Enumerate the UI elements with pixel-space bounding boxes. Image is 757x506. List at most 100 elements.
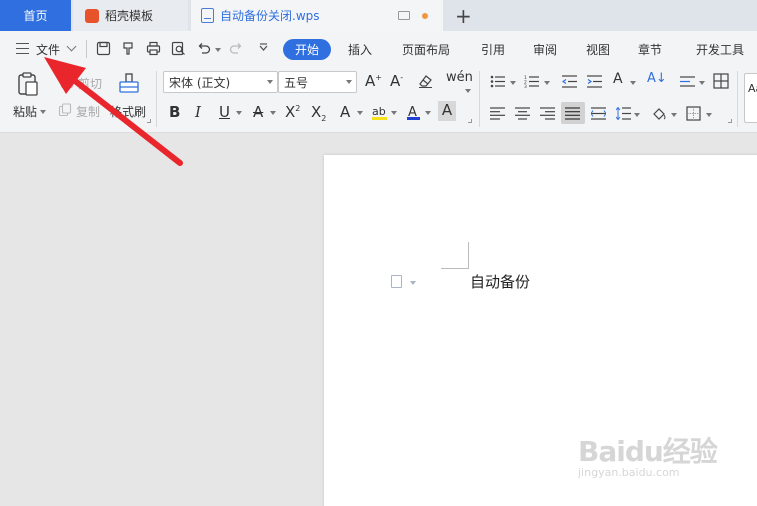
paste-dropdown-icon[interactable] [40, 110, 46, 114]
tab-developer[interactable]: 开发工具 [696, 41, 744, 58]
align-center-icon[interactable] [515, 107, 530, 120]
watermark: Baidu经验 jingyan.baidu.com [578, 430, 718, 479]
undo-icon[interactable] [196, 41, 211, 56]
print-icon[interactable] [146, 41, 161, 56]
bullet-list-dropdown-icon[interactable] [510, 81, 516, 85]
font-size-select[interactable]: 五号 [278, 71, 357, 93]
svg-text:ab: ab [372, 105, 386, 118]
menu-row: 文件 开始 插入 页面布局 引用 审阅 视图 章节 开发工具 [0, 31, 757, 67]
tab-review[interactable]: 审阅 [533, 41, 557, 58]
text-direction-icon[interactable]: A [613, 71, 623, 87]
decrease-font-size-icon[interactable]: A- [390, 72, 403, 90]
line-spacing-dropdown-icon[interactable] [634, 113, 640, 117]
divider [479, 71, 480, 127]
tab-document-label: 自动备份关闭.wps [220, 9, 320, 23]
tab-references[interactable]: 引用 [481, 41, 505, 58]
svg-text:3: 3 [524, 84, 527, 88]
increase-indent-icon[interactable] [587, 75, 602, 88]
sort-icon[interactable]: A↓ [647, 71, 667, 86]
toolbar: 文件 开始 插入 页面布局 引用 审阅 视图 章节 开发工具 粘贴 剪切 复制 … [0, 31, 757, 133]
paste-icon[interactable] [16, 71, 40, 97]
font-dialog-launcher[interactable] [468, 119, 472, 123]
table-layout-icon[interactable] [713, 73, 729, 89]
tab-view[interactable]: 视图 [586, 41, 610, 58]
justify-button[interactable] [561, 102, 585, 124]
hamburger-icon[interactable] [16, 43, 29, 54]
strikethrough-dropdown-icon[interactable] [270, 111, 276, 115]
align-left-icon[interactable] [490, 107, 505, 120]
text-direction-dropdown-icon[interactable] [630, 81, 636, 85]
font-color-icon[interactable]: A [406, 104, 421, 121]
redo-icon [229, 43, 242, 54]
line-spacing-icon[interactable] [616, 107, 631, 120]
increase-font-size-icon[interactable]: A+ [365, 72, 382, 90]
scissors-icon [60, 75, 74, 89]
paragraph-dialog-launcher[interactable] [728, 119, 732, 123]
add-tab-button[interactable]: + [455, 4, 472, 28]
highlight-icon[interactable]: ab [371, 104, 388, 121]
chevron-down-icon [267, 80, 273, 84]
customize-toolbar-icon[interactable] [256, 41, 271, 56]
underline-dropdown-icon[interactable] [236, 111, 242, 115]
italic-icon[interactable]: I [195, 103, 201, 121]
divider [737, 71, 738, 127]
file-menu[interactable]: 文件 [36, 41, 60, 58]
style-gallery[interactable]: Aa [744, 73, 757, 123]
decrease-indent-icon[interactable] [562, 75, 577, 88]
tab-page-layout[interactable]: 页面布局 [402, 41, 450, 58]
save-icon[interactable] [96, 41, 111, 56]
paragraph-handle-icon[interactable] [391, 275, 402, 288]
copy-icon [58, 103, 72, 117]
justify-icon [565, 107, 580, 120]
paragraph-handle-dropdown-icon[interactable] [410, 281, 416, 285]
divider [156, 71, 157, 127]
align-right-icon[interactable] [540, 107, 555, 120]
superscript-icon[interactable]: X2 [285, 103, 300, 121]
subscript-icon[interactable]: X2 [311, 103, 326, 123]
chevron-down-icon[interactable] [66, 41, 77, 52]
line-break-icon[interactable] [680, 75, 695, 88]
bullet-list-icon[interactable] [490, 75, 505, 88]
print-preview-icon[interactable] [171, 41, 186, 56]
pinyin-guide-icon[interactable]: wén [446, 70, 473, 85]
margin-marker [468, 242, 469, 269]
font-name-select[interactable]: 宋体 (正文) [163, 71, 278, 93]
document-text[interactable]: 自动备份 [470, 271, 530, 292]
numbered-list-icon[interactable]: 123 [524, 75, 539, 88]
unsaved-dot-icon [422, 13, 428, 19]
bold-icon[interactable]: B [169, 103, 180, 121]
paste-label[interactable]: 粘贴 [13, 103, 37, 120]
format-brush-icon[interactable] [121, 41, 136, 56]
font-size-value: 五号 [284, 75, 309, 90]
format-painter-icon[interactable] [117, 72, 141, 96]
underline-icon[interactable]: U [219, 103, 230, 121]
text-effect-dropdown-icon[interactable] [357, 111, 363, 115]
numbered-list-dropdown-icon[interactable] [544, 81, 550, 85]
tab-insert[interactable]: 插入 [348, 41, 372, 58]
border-dropdown-icon[interactable] [706, 113, 712, 117]
tab-start[interactable]: 开始 [283, 39, 331, 60]
line-break-dropdown-icon[interactable] [699, 81, 705, 85]
shading-icon[interactable] [651, 106, 668, 121]
undo-dropdown-icon[interactable] [215, 48, 221, 52]
tab-template[interactable]: 稻壳模板 [73, 0, 188, 31]
border-icon[interactable] [686, 106, 701, 121]
pinyin-dropdown-icon[interactable] [465, 89, 471, 93]
highlight-dropdown-icon[interactable] [391, 111, 397, 115]
format-painter-button[interactable]: 格式刷 [110, 103, 146, 120]
copy-button: 复制 [76, 105, 101, 119]
distributed-align-icon[interactable] [591, 107, 606, 120]
docer-logo-icon [85, 8, 99, 23]
character-shading-icon[interactable]: A [438, 101, 456, 121]
tab-template-label: 稻壳模板 [105, 9, 154, 23]
font-color-dropdown-icon[interactable] [425, 111, 431, 115]
tab-home[interactable]: 首页 [0, 0, 71, 31]
strikethrough-icon[interactable]: A [253, 103, 263, 121]
chevron-down-icon [346, 80, 352, 84]
monitor-icon[interactable] [398, 11, 410, 20]
clear-format-icon[interactable] [417, 73, 434, 89]
tab-chapter[interactable]: 章节 [638, 41, 662, 58]
shading-dropdown-icon[interactable] [671, 113, 677, 117]
text-effect-icon[interactable]: A [340, 103, 350, 121]
clipboard-dialog-launcher[interactable] [147, 119, 151, 123]
